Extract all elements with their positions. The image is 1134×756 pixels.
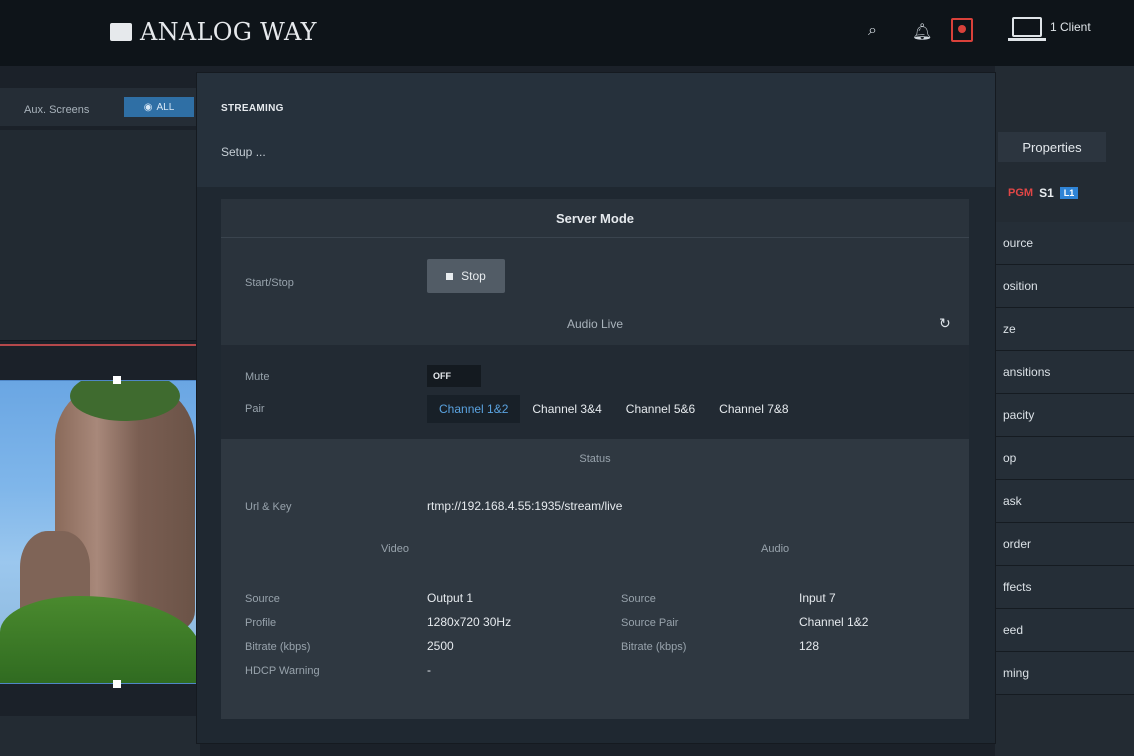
property-item[interactable]: ask bbox=[995, 480, 1134, 523]
url-key-label: Url & Key bbox=[245, 501, 292, 513]
audio-bitrate-label: Bitrate (kbps) bbox=[621, 641, 687, 653]
property-item[interactable]: ansitions bbox=[995, 351, 1134, 394]
property-item[interactable]: pacity bbox=[995, 394, 1134, 437]
aux-all-label: ALL bbox=[156, 101, 175, 113]
setup-link[interactable]: Setup ... bbox=[221, 145, 266, 159]
property-item-label: eed bbox=[1003, 623, 1024, 637]
pair-option[interactable]: Channel 5&6 bbox=[613, 395, 708, 423]
brand-logo: ANALOG WAY bbox=[110, 18, 317, 46]
stop-button-label: Stop bbox=[461, 269, 486, 283]
audio-live-section: Mute OFF Pair Channel 1&2 Channel 3&4 Ch… bbox=[221, 345, 969, 439]
property-item-label: osition bbox=[1003, 279, 1038, 293]
audio-source-pair-label: Source Pair bbox=[621, 617, 679, 629]
streaming-alert-icon[interactable] bbox=[951, 18, 973, 42]
video-source-label: Source bbox=[245, 593, 280, 605]
left-panel-row bbox=[0, 230, 200, 341]
left-panel-row bbox=[0, 190, 200, 231]
property-item-label: order bbox=[1003, 537, 1032, 551]
property-item[interactable]: ffects bbox=[995, 566, 1134, 609]
mute-toggle[interactable]: OFF bbox=[427, 365, 481, 387]
eye-icon: ◉ bbox=[143, 101, 153, 113]
property-item-label: ask bbox=[1003, 494, 1022, 508]
aux-all-toggle[interactable]: ◉ ALL bbox=[124, 97, 194, 117]
dialog-title: STREAMING bbox=[221, 103, 284, 114]
property-item[interactable]: ze bbox=[995, 308, 1134, 351]
status-heading: Status bbox=[579, 453, 611, 465]
pgm-badge: PGM bbox=[1008, 187, 1034, 199]
streaming-dialog: STREAMING Setup ... Server Mode Start/St… bbox=[196, 72, 996, 744]
video-profile-label: Profile bbox=[245, 617, 277, 629]
video-source-value: Output 1 bbox=[427, 591, 474, 605]
clients-button[interactable]: 1 Client bbox=[1008, 17, 1091, 41]
video-bitrate-label: Bitrate (kbps) bbox=[245, 641, 311, 653]
refresh-icon[interactable]: ↻ bbox=[939, 315, 951, 332]
left-panel-row bbox=[0, 130, 200, 191]
property-item-label: pacity bbox=[1003, 408, 1035, 422]
audio-source-label: Source bbox=[621, 593, 656, 605]
property-item[interactable]: ming bbox=[995, 652, 1134, 695]
start-stop-label: Start/Stop bbox=[245, 277, 294, 289]
audio-bitrate-value: 128 bbox=[799, 639, 820, 653]
pair-label: Pair bbox=[245, 403, 265, 415]
hdcp-warning-value: - bbox=[427, 663, 431, 677]
layer-badge[interactable]: L1 bbox=[1059, 187, 1079, 199]
mute-label: Mute bbox=[245, 371, 270, 383]
server-mode-card: Server Mode Start/Stop Stop Audio Live ↻… bbox=[221, 199, 969, 719]
property-item-label: ze bbox=[1003, 322, 1016, 336]
bell-icon[interactable]: 🔔︎ bbox=[912, 22, 932, 42]
pair-option[interactable]: Channel 3&4 bbox=[520, 395, 614, 423]
audio-live-heading: Audio Live bbox=[566, 317, 624, 331]
program-indicator-line bbox=[0, 344, 200, 346]
pair-option[interactable]: Channel 1&2 bbox=[427, 395, 521, 423]
bottom-strip bbox=[0, 716, 200, 756]
monitor-icon bbox=[1008, 17, 1046, 41]
dialog-header bbox=[197, 73, 995, 187]
layer-selector: PGM S1 L1 bbox=[1008, 186, 1079, 200]
pair-selector: Channel 1&2 Channel 3&4 Channel 5&6 Chan… bbox=[427, 395, 801, 423]
layer-preview-image[interactable] bbox=[0, 380, 201, 684]
clients-count: 1 Client bbox=[1050, 20, 1091, 34]
stop-icon bbox=[446, 272, 454, 280]
property-item[interactable]: eed bbox=[995, 609, 1134, 652]
audio-heading: Audio bbox=[761, 543, 790, 555]
property-item-label: op bbox=[1003, 451, 1017, 465]
property-item[interactable]: osition bbox=[995, 265, 1134, 308]
pair-option[interactable]: Channel 7&8 bbox=[707, 395, 801, 423]
property-item-label: ming bbox=[1003, 666, 1030, 680]
video-bitrate-value: 2500 bbox=[427, 639, 454, 653]
property-item[interactable]: op bbox=[995, 437, 1134, 480]
url-key-value: rtmp://192.168.4.55:1935/stream/live bbox=[427, 499, 623, 513]
card-title: Server Mode bbox=[221, 199, 969, 238]
status-section: Status Url & Key rtmp://192.168.4.55:193… bbox=[221, 439, 969, 719]
audio-source-value: Input 7 bbox=[799, 591, 836, 605]
video-profile-value: 1280x720 30Hz bbox=[427, 615, 512, 629]
tab-properties[interactable]: Properties bbox=[998, 132, 1106, 162]
search-icon[interactable]: ⌕ bbox=[868, 22, 877, 40]
hdcp-warning-label: HDCP Warning bbox=[245, 665, 320, 677]
audio-source-pair-value: Channel 1&2 bbox=[799, 615, 869, 629]
property-item-label: ansitions bbox=[1003, 365, 1051, 379]
analog-way-logo-icon bbox=[110, 23, 132, 41]
property-item-label: ource bbox=[1003, 236, 1034, 250]
property-item[interactable]: order bbox=[995, 523, 1134, 566]
aux-screens-label: Aux. Screens bbox=[24, 104, 90, 116]
resize-handle[interactable] bbox=[113, 680, 121, 688]
resize-handle[interactable] bbox=[113, 376, 121, 384]
brand-name: ANALOG WAY bbox=[140, 18, 317, 46]
screen-label: S1 bbox=[1039, 186, 1054, 200]
stop-button[interactable]: Stop bbox=[427, 259, 505, 293]
video-heading: Video bbox=[381, 543, 409, 555]
property-item[interactable]: ource bbox=[995, 222, 1134, 265]
property-item-label: ffects bbox=[1003, 580, 1032, 594]
